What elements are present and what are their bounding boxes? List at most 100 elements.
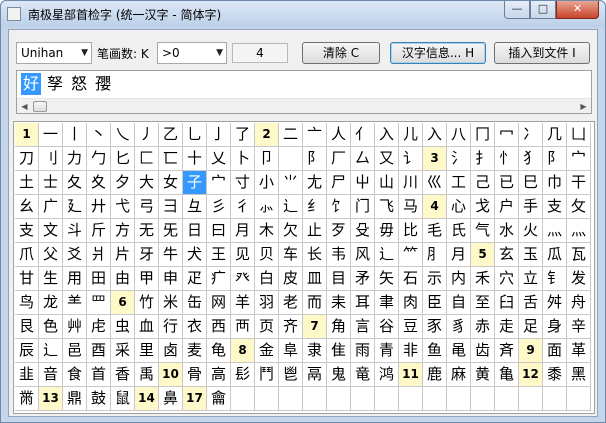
- radical-cell[interactable]: 牛: [159, 243, 183, 267]
- radical-cell[interactable]: 隹: [327, 339, 351, 363]
- radical-cell[interactable]: 罒: [87, 291, 111, 315]
- radical-cell[interactable]: 鬼: [327, 363, 351, 387]
- radical-cell[interactable]: 飞: [375, 195, 399, 219]
- radical-cell[interactable]: 由: [111, 267, 135, 291]
- radical-cell[interactable]: 龠: [207, 387, 231, 411]
- radical-cell[interactable]: 辶: [39, 339, 63, 363]
- radical-cell[interactable]: 目: [327, 267, 351, 291]
- radical-cell[interactable]: 巛: [423, 171, 447, 195]
- result-char[interactable]: 好: [21, 73, 42, 95]
- radical-cell[interactable]: 曰: [207, 219, 231, 243]
- maximize-icon[interactable]: □: [530, 1, 556, 19]
- radical-cell[interactable]: 子: [183, 171, 207, 195]
- radical-cell[interactable]: 乂: [207, 147, 231, 171]
- radical-cell[interactable]: 牙: [135, 243, 159, 267]
- radical-cell[interactable]: 豆: [399, 315, 423, 339]
- radical-cell[interactable]: 臣: [423, 291, 447, 315]
- radical-cell[interactable]: 亅: [207, 123, 231, 147]
- radical-cell[interactable]: 禾: [471, 267, 495, 291]
- radical-cell[interactable]: 彑: [183, 195, 207, 219]
- radical-cell[interactable]: 乙: [159, 123, 183, 147]
- radical-cell[interactable]: 走: [495, 315, 519, 339]
- radical-cell[interactable]: 田: [87, 267, 111, 291]
- radical-cell[interactable]: 内: [447, 267, 471, 291]
- radical-cell[interactable]: 齿: [471, 339, 495, 363]
- radical-cell[interactable]: 足: [519, 315, 543, 339]
- radical-cell[interactable]: 亀: [495, 363, 519, 387]
- radical-cell[interactable]: 广: [39, 195, 63, 219]
- radical-cell[interactable]: 斤: [87, 219, 111, 243]
- radical-cell[interactable]: 而: [303, 291, 327, 315]
- radical-cell[interactable]: 羊: [231, 291, 255, 315]
- radical-cell[interactable]: 鹿: [423, 363, 447, 387]
- radical-cell[interactable]: 冖: [495, 123, 519, 147]
- radical-cell[interactable]: 黑: [567, 363, 591, 387]
- radical-cell[interactable]: 干: [567, 171, 591, 195]
- radical-cell[interactable]: 尢: [303, 171, 327, 195]
- radical-cell[interactable]: 韭: [15, 363, 39, 387]
- radical-cell[interactable]: 龙: [39, 291, 63, 315]
- scroll-thumb[interactable]: [33, 101, 47, 112]
- radical-cell[interactable]: 谷: [375, 315, 399, 339]
- radical-cell[interactable]: 毛: [423, 219, 447, 243]
- radical-cell[interactable]: 甘: [15, 267, 39, 291]
- radical-cell[interactable]: 示: [423, 267, 447, 291]
- radical-cell[interactable]: 肉: [399, 291, 423, 315]
- radical-cell[interactable]: 黄: [471, 363, 495, 387]
- radical-cell[interactable]: 皿: [303, 267, 327, 291]
- title-bar[interactable]: 南极星部首检字 (统一汉字 - 简体字) — □ ✕: [1, 1, 605, 27]
- radical-cell[interactable]: 彡: [207, 195, 231, 219]
- radical-cell[interactable]: 月: [447, 243, 471, 267]
- radical-cell[interactable]: 香: [111, 363, 135, 387]
- radical-cell[interactable]: 酉: [87, 339, 111, 363]
- radical-cell[interactable]: 爻: [63, 243, 87, 267]
- radical-cell[interactable]: 辶: [375, 243, 399, 267]
- radical-cell[interactable]: 乀: [111, 123, 135, 147]
- radical-cell[interactable]: 户: [495, 195, 519, 219]
- radical-cell[interactable]: 老: [279, 291, 303, 315]
- radical-cell[interactable]: 毋: [375, 219, 399, 243]
- radical-cell[interactable]: 高: [207, 363, 231, 387]
- radical-cell[interactable]: 饣: [327, 195, 351, 219]
- radical-cell[interactable]: 勹: [87, 147, 111, 171]
- radical-cell[interactable]: 黹: [15, 387, 39, 411]
- radical-cell[interactable]: 玄: [495, 243, 519, 267]
- radical-cell[interactable]: 彐: [159, 195, 183, 219]
- radical-cell[interactable]: 二: [279, 123, 303, 147]
- radical-cell[interactable]: ⺼: [423, 243, 447, 267]
- radical-cell[interactable]: 氏: [447, 219, 471, 243]
- radical-cell[interactable]: 言: [351, 315, 375, 339]
- radical-cell[interactable]: 龟: [207, 339, 231, 363]
- radical-cell[interactable]: 皮: [279, 267, 303, 291]
- radical-cell[interactable]: 瓜: [543, 243, 567, 267]
- radical-cell[interactable]: 纟: [303, 195, 327, 219]
- radical-cell[interactable]: 片: [111, 243, 135, 267]
- radical-cell[interactable]: 戈: [471, 195, 495, 219]
- radical-cell[interactable]: 音: [39, 363, 63, 387]
- radical-cell[interactable]: 自: [447, 291, 471, 315]
- radical-cell[interactable]: 金: [255, 339, 279, 363]
- radical-cell[interactable]: 甲: [135, 267, 159, 291]
- radical-cell[interactable]: 匚: [135, 147, 159, 171]
- radical-cell[interactable]: 方: [111, 219, 135, 243]
- radical-cell[interactable]: 辰: [15, 339, 39, 363]
- radical-cell[interactable]: ⺌: [279, 171, 303, 195]
- radical-cell[interactable]: 士: [39, 171, 63, 195]
- radical-cell[interactable]: 雨: [351, 339, 375, 363]
- radical-cell[interactable]: 止: [303, 219, 327, 243]
- radical-cell[interactable]: 长: [303, 243, 327, 267]
- radical-cell[interactable]: 气: [471, 219, 495, 243]
- radical-cell[interactable]: 竜: [351, 363, 375, 387]
- radical-cell[interactable]: 女: [159, 171, 183, 195]
- radical-cell[interactable]: 卤: [159, 339, 183, 363]
- radical-cell[interactable]: 青: [375, 339, 399, 363]
- radical-cell[interactable]: 儿: [399, 123, 423, 147]
- radical-cell[interactable]: 行: [159, 315, 183, 339]
- radical-cell[interactable]: 日: [183, 219, 207, 243]
- radical-cell[interactable]: 艸: [63, 315, 87, 339]
- radical-cell[interactable]: 血: [135, 315, 159, 339]
- horizontal-scrollbar[interactable]: ◀ ▶: [17, 98, 591, 113]
- radical-cell[interactable]: 鼓: [87, 387, 111, 411]
- radical-cell[interactable]: 耳: [351, 291, 375, 315]
- radical-cell[interactable]: 贝: [255, 243, 279, 267]
